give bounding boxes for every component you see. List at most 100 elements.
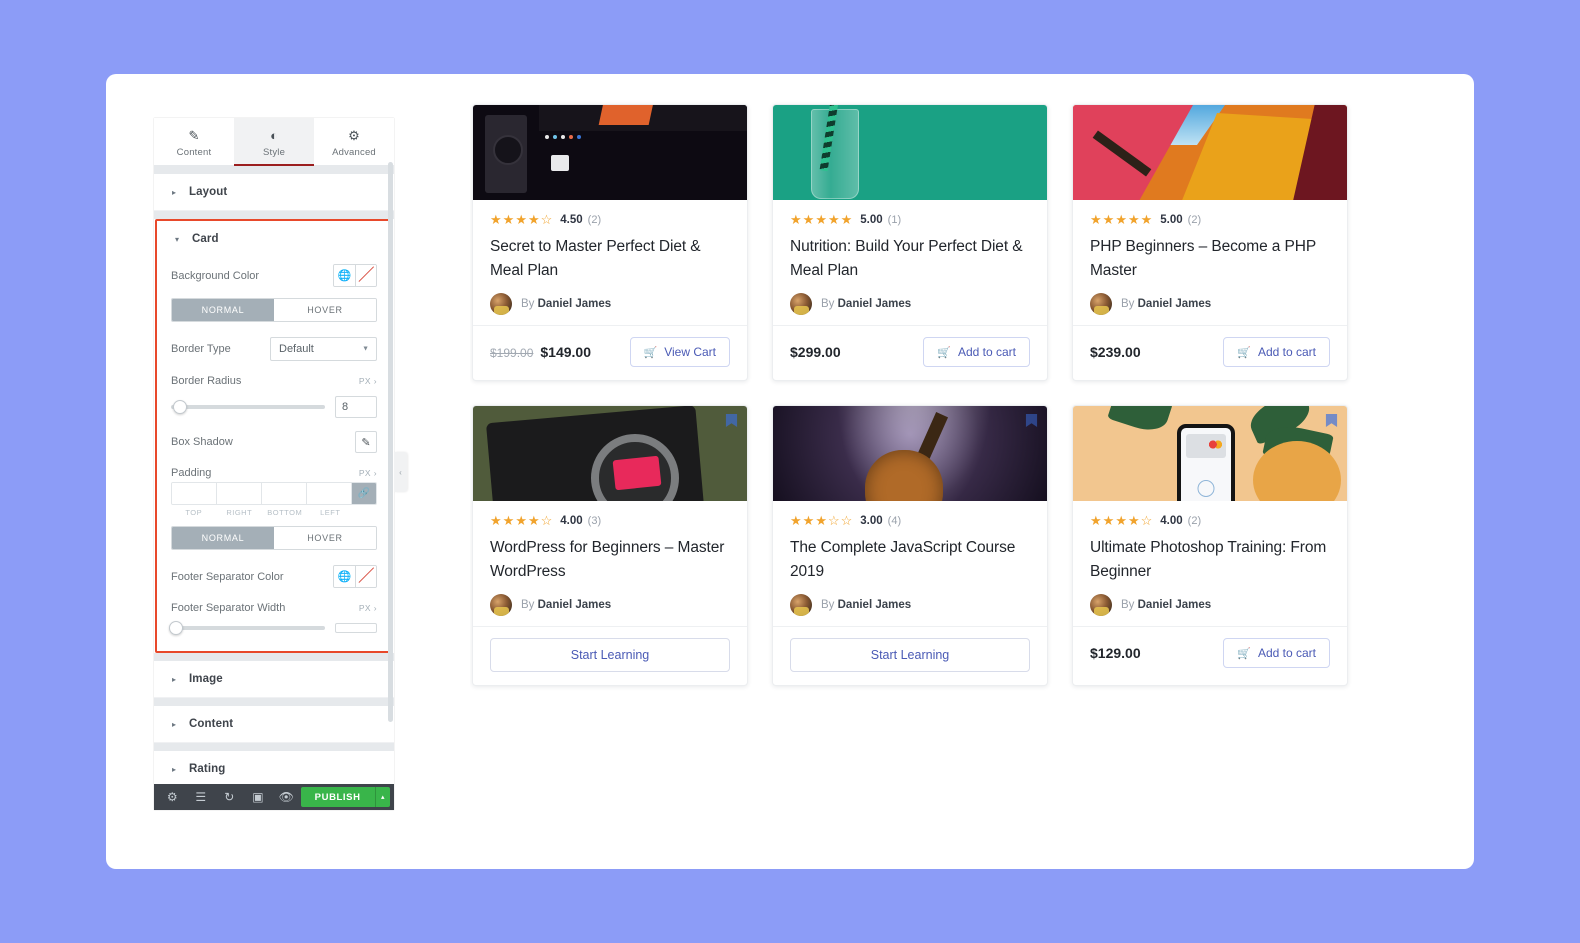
chevron-right-icon: ▸ (172, 764, 177, 774)
link-values-icon[interactable]: 🔗 (352, 483, 376, 504)
control-footer-separator-width: Footer Separator Width PX › (171, 595, 377, 621)
product-card[interactable]: ★ ★ ★ ★ ☆ 4.00 (3) WordPress for Beginne… (472, 405, 748, 687)
slider-handle[interactable] (173, 400, 187, 414)
section-rating-label: Rating (189, 763, 226, 775)
product-title[interactable]: Ultimate Photoshop Training: From Beginn… (1090, 536, 1330, 583)
border-type-select[interactable]: Default ▼ (270, 337, 377, 361)
rating-row: ★ ★ ★ ☆ ☆ 3.00 (4) (790, 514, 1030, 527)
author-label: Daniel James (1137, 599, 1212, 612)
background-color-picker[interactable]: 🌐 (333, 264, 377, 287)
author-label: Daniel James (837, 298, 912, 311)
padding-right-input[interactable] (217, 483, 261, 504)
product-title[interactable]: Secret to Master Perfect Diet & Meal Pla… (490, 235, 730, 282)
panel-collapse-handle[interactable]: ‹ (394, 452, 407, 492)
state-normal-footer[interactable]: NORMAL (172, 527, 274, 549)
history-icon[interactable]: ↻ (215, 784, 244, 810)
padding-left-input[interactable] (307, 483, 351, 504)
start-learning-button[interactable]: Start Learning (490, 638, 730, 673)
star-outline-icon: ☆ (540, 513, 553, 529)
rating-value: 5.00 (1160, 213, 1183, 226)
product-card[interactable]: ★ ★ ★ ★ ★ 5.00 (1) Nutrition: Build Your… (772, 104, 1048, 382)
view-cart-button[interactable]: 🛒 View Cart (629, 337, 730, 368)
product-card[interactable]: ★ ★ ★ ★ ★ 5.00 (2) PHP Beginners – Becom… (1072, 104, 1348, 382)
rating-count: (4) (887, 514, 902, 527)
globe-icon-wrap[interactable]: 🌐 (334, 566, 355, 587)
state-hover-background[interactable]: HOVER (274, 299, 376, 321)
no-color-icon[interactable] (355, 265, 376, 286)
rating-row: ★ ★ ★ ★ ★ 5.00 (1) (790, 213, 1030, 226)
border-radius-slider-row: 8 (171, 394, 377, 424)
border-radius-label: Border Radius (171, 375, 242, 387)
settings-icon[interactable]: ⚙ (158, 784, 187, 810)
footer-separator-width-slider[interactable] (169, 621, 325, 635)
section-layout[interactable]: ▸ Layout (154, 174, 394, 211)
state-normal-background[interactable]: NORMAL (172, 299, 274, 321)
product-image (473, 406, 747, 502)
panel-tabs: ✎ Content ◐ Style ⚙ Advanced (154, 118, 394, 166)
section-card-highlighted: ▾ Card Background Color 🌐 NORMAL HOVER B… (155, 219, 393, 653)
rating-row: ★ ★ ★ ★ ★ 5.00 (2) (1090, 213, 1330, 226)
product-title[interactable]: The Complete JavaScript Course 2019 (790, 536, 1030, 583)
border-radius-unit[interactable]: PX › (359, 376, 377, 386)
responsive-icon[interactable]: ▣ (244, 784, 273, 810)
section-image[interactable]: ▸ Image (154, 661, 394, 698)
product-title[interactable]: Nutrition: Build Your Perfect Diet & Mea… (790, 235, 1030, 282)
box-shadow-edit-button[interactable]: ✎ (355, 431, 377, 453)
slider-handle[interactable] (169, 621, 183, 635)
tab-content[interactable]: ✎ Content (154, 118, 234, 165)
layers-icon[interactable]: ☰ (187, 784, 216, 810)
padding-unit[interactable]: PX › (359, 468, 377, 478)
tab-style[interactable]: ◐ Style (234, 118, 314, 166)
preview-icon[interactable]: 👁 (272, 784, 301, 810)
add-to-cart-button[interactable]: 🛒 Add to cart (923, 337, 1030, 368)
author-label: Daniel James (1137, 298, 1212, 311)
product-card[interactable]: ★ ★ ★ ★ ☆ 4.00 (2) Ultimate Photoshop Tr… (1072, 405, 1348, 687)
add-to-cart-button[interactable]: 🛒 Add to cart (1223, 638, 1330, 669)
cart-icon: 🛒 (1237, 346, 1251, 359)
footer-separator-width-unit-text: PX (358, 603, 371, 613)
padding-top-input[interactable] (172, 483, 216, 504)
start-learning-button[interactable]: Start Learning (790, 638, 1030, 673)
preview-canvas: ★ ★ ★ ★ ☆ 4.50 (2) Secret to Master Perf… (470, 74, 1474, 869)
section-card[interactable]: ▾ Card (157, 221, 391, 257)
price-group: $299.00 (790, 344, 841, 360)
by-prefix: By (821, 298, 835, 311)
border-radius-slider[interactable] (171, 400, 325, 414)
globe-icon-wrap[interactable]: 🌐 (334, 265, 355, 286)
rating-value: 4.00 (1160, 514, 1183, 527)
product-title[interactable]: PHP Beginners – Become a PHP Master (1090, 235, 1330, 282)
state-hover-footer[interactable]: HOVER (274, 527, 376, 549)
section-layout-label: Layout (189, 186, 228, 198)
star-icon: ★ (515, 513, 527, 529)
product-title[interactable]: WordPress for Beginners – Master WordPre… (490, 536, 730, 583)
background-color-label: Background Color (171, 269, 260, 282)
price-group: $239.00 (1090, 344, 1141, 360)
section-rating[interactable]: ▸ Rating (154, 751, 394, 784)
product-card[interactable]: ★ ★ ★ ☆ ☆ 3.00 (4) The Complete JavaScri… (772, 405, 1048, 687)
rating-value: 3.00 (860, 514, 883, 527)
publish-options-caret-icon[interactable]: ▴ (374, 787, 390, 807)
control-border-type: Border Type Default ▼ (171, 330, 377, 368)
section-content[interactable]: ▸ Content (154, 706, 394, 743)
product-grid: ★ ★ ★ ★ ☆ 4.50 (2) Secret to Master Perf… (472, 104, 1348, 687)
no-color-icon[interactable] (355, 566, 376, 587)
product-image (773, 406, 1047, 502)
add-to-cart-button[interactable]: 🛒 Add to cart (1223, 337, 1330, 368)
panel-scroll-area[interactable]: ✎ Content ◐ Style ⚙ Advanced ▸ Layout ▾ … (154, 118, 394, 784)
padding-bottom-input[interactable] (262, 483, 306, 504)
product-footer: $129.00 🛒 Add to cart (1073, 626, 1347, 681)
padding-label-right: RIGHT (226, 508, 253, 517)
star-icon: ★ (1140, 212, 1153, 227)
tab-advanced[interactable]: ⚙ Advanced (314, 118, 394, 165)
border-radius-value[interactable]: 8 (335, 396, 377, 418)
product-card[interactable]: ★ ★ ★ ★ ☆ 4.50 (2) Secret to Master Perf… (472, 104, 748, 382)
product-image (1073, 406, 1347, 502)
elementor-panel: ✎ Content ◐ Style ⚙ Advanced ▸ Layout ▾ … (154, 118, 394, 810)
star-outline-icon: ☆ (827, 513, 840, 529)
publish-button[interactable]: PUBLISH (300, 787, 375, 807)
panel-scrollbar[interactable] (388, 162, 393, 722)
footer-separator-width-value[interactable] (335, 623, 377, 633)
padding-label: Padding (171, 467, 212, 479)
footer-separator-color-picker[interactable]: 🌐 (333, 565, 377, 588)
footer-separator-width-unit[interactable]: PX › (359, 603, 377, 613)
